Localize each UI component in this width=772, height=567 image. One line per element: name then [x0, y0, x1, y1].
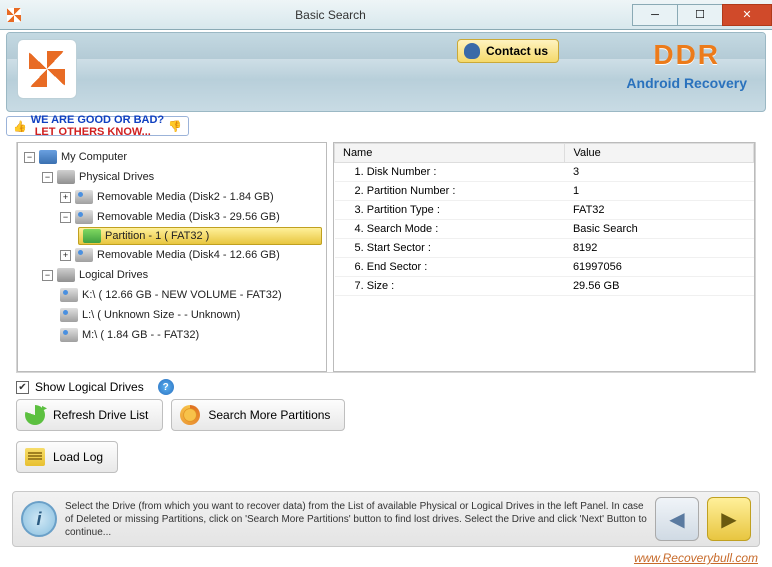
- tree-partition-1[interactable]: Partition - 1 ( FAT32 ): [78, 227, 322, 245]
- tree-drive-disk4[interactable]: +Removable Media (Disk4 - 12.66 GB): [60, 245, 322, 265]
- tree-logical-k[interactable]: K:\ ( 12.66 GB - NEW VOLUME - FAT32): [60, 285, 322, 305]
- detail-header-name: Name: [335, 144, 565, 163]
- watermark-link[interactable]: www.Recoverybull.com: [634, 551, 758, 565]
- search-more-partitions-button[interactable]: Search More Partitions: [171, 399, 345, 431]
- tree-drive-disk3[interactable]: −Removable Media (Disk3 - 29.56 GB): [60, 207, 322, 227]
- thumb-up-icon: 👍: [13, 120, 27, 133]
- tree-logical-drives[interactable]: −Logical Drives: [42, 265, 322, 285]
- app-icon: [0, 8, 28, 22]
- header-banner: Contact us DDR Android Recovery: [6, 32, 766, 112]
- contact-us-button[interactable]: Contact us: [457, 39, 559, 63]
- detail-row: 4. Search Mode :Basic Search: [335, 220, 754, 239]
- tree-drive-disk2[interactable]: +Removable Media (Disk2 - 1.84 GB): [60, 187, 322, 207]
- footer-hint-bar: i Select the Drive (from which you want …: [12, 491, 760, 547]
- window-title: Basic Search: [28, 8, 633, 22]
- back-button[interactable]: ◀: [655, 497, 699, 541]
- log-icon: [25, 448, 45, 466]
- brand-logo-text: DDR: [626, 41, 747, 69]
- pie-search-icon: [180, 405, 200, 425]
- close-button[interactable]: ✕: [722, 4, 772, 26]
- detail-row: 5. Start Sector :8192: [335, 239, 754, 258]
- tree-root-my-computer[interactable]: −My Computer: [24, 147, 322, 167]
- detail-row: 2. Partition Number :1: [335, 182, 754, 201]
- detail-row: 7. Size :29.56 GB: [335, 277, 754, 296]
- promo-line1: WE ARE GOOD OR BAD?: [31, 114, 164, 126]
- app-logo: [17, 39, 77, 99]
- help-icon[interactable]: ?: [158, 379, 174, 395]
- drive-tree-panel[interactable]: −My Computer −Physical Drives +Removable…: [17, 142, 327, 372]
- promo-banner[interactable]: 👍 WE ARE GOOD OR BAD? LET OTHERS KNOW...…: [6, 116, 189, 136]
- brand-subtitle: Android Recovery: [626, 75, 747, 91]
- show-logical-drives-label: Show Logical Drives: [35, 380, 144, 394]
- partition-detail-panel: Name Value 1. Disk Number :32. Partition…: [333, 142, 755, 372]
- promo-line2: LET OTHERS KNOW...: [35, 126, 151, 138]
- tree-logical-m[interactable]: M:\ ( 1.84 GB - - FAT32): [60, 325, 322, 345]
- next-button[interactable]: ▶: [707, 497, 751, 541]
- window-titlebar: Basic Search ─ ☐ ✕: [0, 0, 772, 30]
- minimize-button[interactable]: ─: [632, 4, 678, 26]
- detail-row: 3. Partition Type :FAT32: [335, 201, 754, 220]
- refresh-drive-list-button[interactable]: Refresh Drive List: [16, 399, 163, 431]
- detail-row: 1. Disk Number :3: [335, 163, 754, 182]
- detail-row: 6. End Sector :61997056: [335, 258, 754, 277]
- tree-physical-drives[interactable]: −Physical Drives: [42, 167, 322, 187]
- show-logical-drives-checkbox[interactable]: ✔: [16, 381, 29, 394]
- info-icon: i: [21, 501, 57, 537]
- hint-text: Select the Drive (from which you want to…: [65, 500, 647, 539]
- tree-logical-l[interactable]: L:\ ( Unknown Size - - Unknown): [60, 305, 322, 325]
- maximize-button[interactable]: ☐: [677, 4, 723, 26]
- detail-header-value: Value: [565, 144, 754, 163]
- brand-block: DDR Android Recovery: [626, 41, 747, 91]
- load-log-button[interactable]: Load Log: [16, 441, 118, 473]
- refresh-icon: [25, 405, 45, 425]
- thumb-down-icon: 👎: [168, 120, 182, 133]
